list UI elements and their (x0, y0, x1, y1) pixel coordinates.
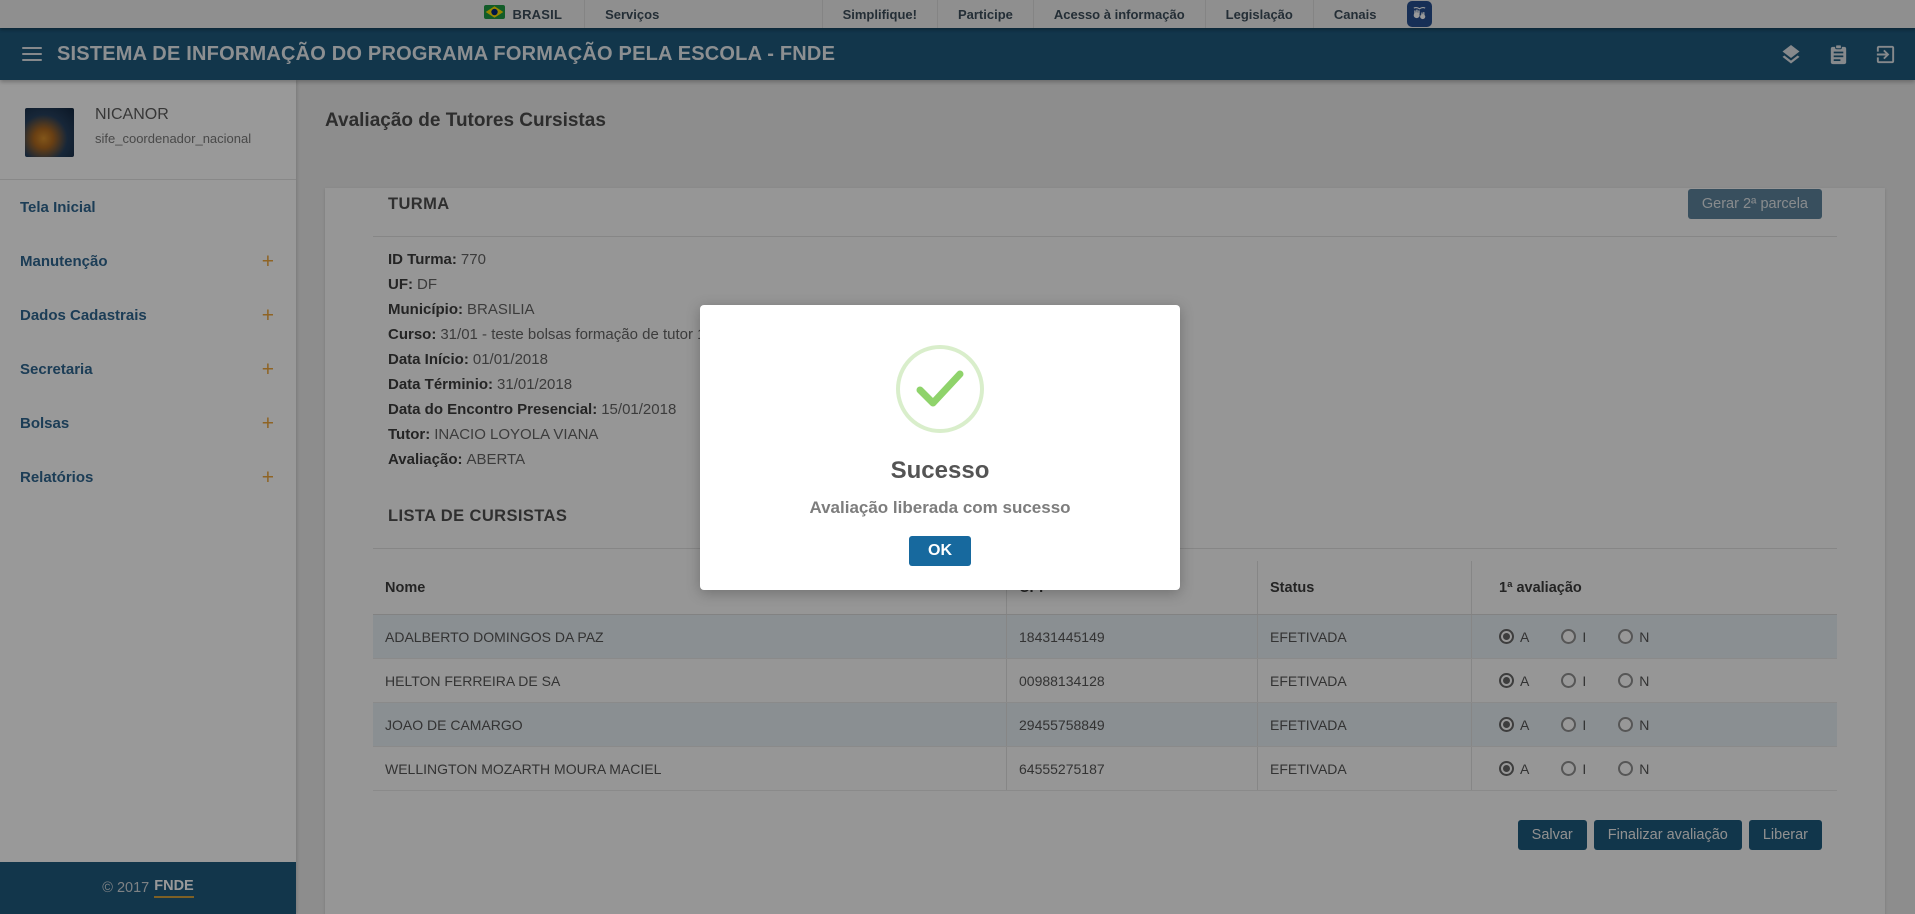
success-dialog: Sucesso Avaliação liberada com sucesso O… (700, 305, 1180, 590)
success-check-icon (896, 345, 984, 433)
application-window: BRASIL Serviços Simplifique! Participe A… (0, 0, 1915, 914)
ok-button[interactable]: OK (909, 536, 971, 566)
dialog-title: Sucesso (700, 457, 1180, 485)
dialog-message: Avaliação liberada com sucesso (700, 498, 1180, 518)
